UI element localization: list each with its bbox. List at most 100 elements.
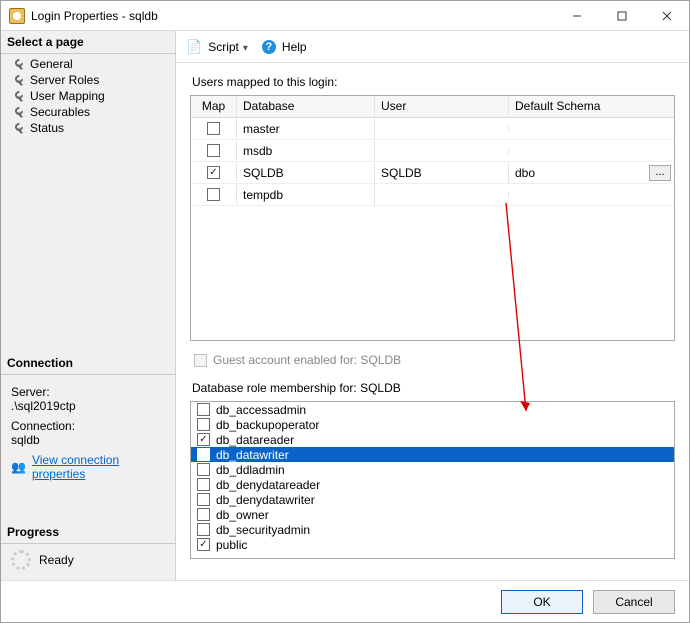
- server-label: Server:: [11, 385, 169, 399]
- cancel-button[interactable]: Cancel: [593, 590, 675, 614]
- role-item[interactable]: db_ddladmin: [191, 462, 674, 477]
- role-label: db_backupoperator: [216, 418, 319, 432]
- role-checkbox[interactable]: [197, 478, 210, 491]
- progress-header: Progress: [1, 521, 175, 544]
- help-icon: ?: [262, 40, 276, 54]
- role-checkbox[interactable]: [197, 508, 210, 521]
- page-item-label: General: [30, 57, 73, 71]
- help-button[interactable]: Help: [282, 40, 307, 54]
- col-map[interactable]: Map: [191, 96, 237, 117]
- guest-label: Guest account enabled for: SQLDB: [213, 353, 401, 367]
- page-item-general[interactable]: General: [1, 56, 175, 72]
- role-label: db_datawriter: [216, 448, 289, 462]
- role-label: db_ddladmin: [216, 463, 285, 477]
- table-row[interactable]: master: [191, 118, 674, 140]
- role-item[interactable]: db_datareader: [191, 432, 674, 447]
- footer: OK Cancel: [1, 580, 689, 622]
- window-title: Login Properties - sqldb: [31, 9, 158, 23]
- progress-status: Ready: [39, 553, 74, 567]
- connection-block: Server: .\sql2019ctp Connection: sqldb V…: [1, 375, 175, 491]
- role-item[interactable]: db_datawriter: [191, 447, 674, 462]
- table-row[interactable]: tempdb: [191, 184, 674, 206]
- role-item[interactable]: db_backupoperator: [191, 417, 674, 432]
- role-label: db_denydatareader: [216, 478, 320, 492]
- page-item-label: User Mapping: [30, 89, 105, 103]
- page-list: General Server Roles User Mapping Secura…: [1, 54, 175, 144]
- role-label: db_owner: [216, 508, 269, 522]
- role-label: db_datareader: [216, 433, 294, 447]
- connection-value: sqldb: [11, 433, 169, 447]
- cell-schema: [509, 126, 674, 132]
- col-database[interactable]: Database: [237, 96, 375, 117]
- cell-user: [375, 126, 509, 132]
- wrench-icon: [13, 90, 26, 103]
- role-item[interactable]: db_accessadmin: [191, 402, 674, 417]
- cell-database: SQLDB: [237, 163, 375, 183]
- role-checkbox[interactable]: [197, 463, 210, 476]
- col-schema[interactable]: Default Schema: [509, 96, 674, 117]
- role-checkbox[interactable]: [197, 493, 210, 506]
- role-label: db_securityadmin: [216, 523, 310, 537]
- role-checkbox[interactable]: [197, 538, 210, 551]
- page-item-label: Status: [30, 121, 64, 135]
- progress-spinner-icon: [11, 550, 31, 570]
- role-label: db_accessadmin: [216, 403, 306, 417]
- wrench-icon: [13, 122, 26, 135]
- map-checkbox[interactable]: [207, 144, 220, 157]
- role-checkbox[interactable]: [197, 403, 210, 416]
- map-checkbox[interactable]: [207, 188, 220, 201]
- wrench-icon: [13, 74, 26, 87]
- table-row[interactable]: msdb: [191, 140, 674, 162]
- left-pane: Select a page General Server Roles User …: [1, 31, 176, 580]
- server-value: .\sql2019ctp: [11, 399, 169, 413]
- guest-account-row: Guest account enabled for: SQLDB: [194, 353, 675, 367]
- app-icon: [9, 8, 25, 24]
- map-checkbox[interactable]: [207, 122, 220, 135]
- page-item-status[interactable]: Status: [1, 120, 175, 136]
- role-label: db_denydatawriter: [216, 493, 315, 507]
- role-membership-label: Database role membership for: SQLDB: [192, 381, 675, 395]
- title-bar: Login Properties - sqldb: [1, 1, 689, 31]
- cell-database: msdb: [237, 141, 375, 161]
- role-item[interactable]: db_owner: [191, 507, 674, 522]
- ok-button[interactable]: OK: [501, 590, 583, 614]
- role-checkbox[interactable]: [197, 433, 210, 446]
- cell-user: SQLDB: [375, 163, 509, 183]
- select-page-header: Select a page: [1, 31, 175, 54]
- role-checkbox[interactable]: [197, 418, 210, 431]
- script-icon: [186, 39, 202, 55]
- maximize-button[interactable]: [599, 1, 644, 30]
- guest-checkbox: [194, 354, 207, 367]
- wrench-icon: [13, 106, 26, 119]
- schema-browse-button[interactable]: ...: [649, 165, 671, 181]
- role-checkbox[interactable]: [197, 448, 210, 461]
- cell-database: tempdb: [237, 185, 375, 205]
- minimize-button[interactable]: [554, 1, 599, 30]
- page-item-server-roles[interactable]: Server Roles: [1, 72, 175, 88]
- cancel-label: Cancel: [615, 595, 652, 609]
- cell-schema: [509, 148, 674, 154]
- page-item-securables[interactable]: Securables: [1, 104, 175, 120]
- page-item-user-mapping[interactable]: User Mapping: [1, 88, 175, 104]
- role-item[interactable]: db_denydatawriter: [191, 492, 674, 507]
- page-item-label: Securables: [30, 105, 90, 119]
- cell-user: [375, 192, 509, 198]
- table-row[interactable]: SQLDBSQLDBdbo...: [191, 162, 674, 184]
- map-checkbox[interactable]: [207, 166, 220, 179]
- role-checkbox[interactable]: [197, 523, 210, 536]
- role-item[interactable]: db_denydatareader: [191, 477, 674, 492]
- col-user[interactable]: User: [375, 96, 509, 117]
- script-dropdown[interactable]: Script: [208, 40, 248, 54]
- wrench-icon: [13, 58, 26, 71]
- role-item[interactable]: db_securityadmin: [191, 522, 674, 537]
- view-connection-properties-link[interactable]: View connection properties: [32, 453, 169, 481]
- people-icon: [11, 460, 26, 474]
- script-label: Script: [208, 40, 239, 54]
- ok-label: OK: [533, 595, 550, 609]
- cell-user: [375, 148, 509, 154]
- connection-label: Connection:: [11, 419, 169, 433]
- toolbar: Script ? Help: [176, 31, 689, 63]
- connection-header: Connection: [1, 352, 175, 375]
- role-item[interactable]: public: [191, 537, 674, 552]
- close-button[interactable]: [644, 1, 689, 30]
